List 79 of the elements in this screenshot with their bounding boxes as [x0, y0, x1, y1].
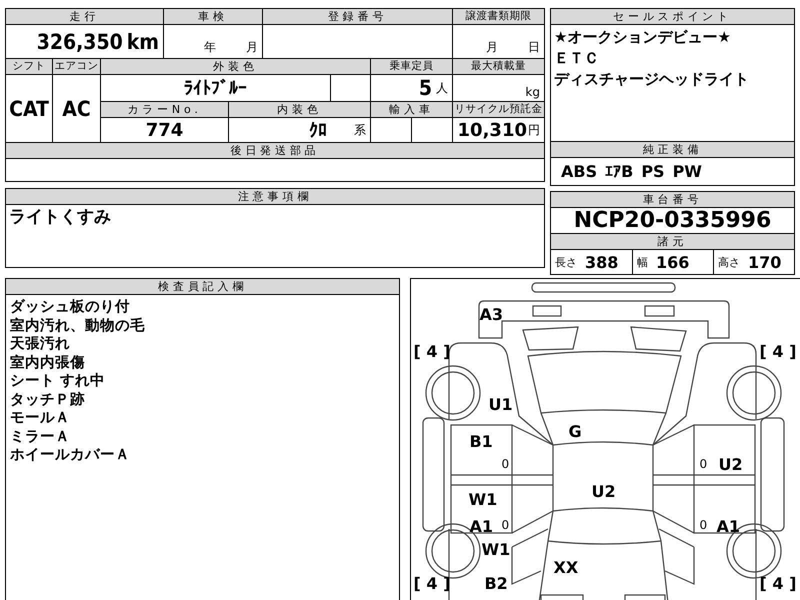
inspector-note-text: ホイールカバーＡ — [10, 446, 131, 464]
unit-label: 月 — [246, 39, 258, 56]
column-header: リサイクル預託金 — [453, 102, 544, 117]
column-header: 諸元 — [551, 234, 794, 250]
spec-label: 幅 — [637, 254, 648, 270]
corner-rank-label: [ 4 ] — [759, 575, 796, 593]
sales-point-text: ディスチャージヘッドライト — [554, 69, 750, 90]
column-header: 後日発送部品 — [6, 143, 544, 158]
damage-code-label: XX — [553, 559, 578, 577]
unit-label: kg — [525, 85, 540, 99]
damage-code-label: U2 — [591, 483, 616, 501]
inspector-note-text: 天張汚れ — [10, 335, 71, 354]
damage-code-label: W1 — [481, 541, 510, 559]
unit-label: 円 — [528, 122, 540, 138]
equipment-text: PS — [641, 162, 665, 181]
column-header: 純正装備 — [551, 142, 794, 158]
damage-code-label: 0 — [699, 517, 708, 534]
column-header: 車台番号 — [551, 192, 794, 208]
column-header: エアコン — [53, 59, 100, 74]
damage-code-label: U1 — [488, 396, 513, 414]
column-header: 検査員記入欄 — [6, 279, 400, 295]
column-header: 注意事項欄 — [6, 189, 544, 205]
damage-code-label: 0 — [501, 456, 510, 473]
damage-code-label: B2 — [484, 575, 508, 593]
inspector-note-text: 室内内張傷 — [10, 354, 86, 372]
spec-label: 高さ — [718, 254, 740, 270]
sales-point-text: ★オークションデビュー★ — [554, 27, 732, 48]
corner-rank-label: [ 4 ] — [759, 343, 796, 361]
capacity-value: 5 — [418, 76, 432, 100]
damage-code-label: A1 — [469, 518, 493, 536]
corner-rank-label: [ 4 ] — [413, 343, 450, 361]
unit-label: 系 — [354, 122, 366, 138]
damage-code-label: A3 — [479, 306, 503, 324]
note-text: ライトくすみ — [9, 207, 112, 228]
unit-label: 月 — [486, 39, 498, 56]
table-cell: 774 — [101, 118, 228, 142]
column-header: カラーNo. — [101, 102, 228, 117]
equipment-text: ABS — [561, 162, 598, 181]
table-cell: AC — [53, 75, 100, 142]
spec-value: 170 — [748, 252, 782, 272]
damage-code-label: 0 — [699, 456, 708, 473]
inspector-note-text: タッチＰ跡 — [10, 390, 86, 409]
column-header: 最大積載量 — [453, 59, 544, 74]
column-header: 登録番号 — [263, 9, 452, 24]
inspector-note-text: モールＡ — [10, 409, 71, 428]
column-header: 外装色 — [101, 59, 370, 74]
unit-label: 年 — [204, 39, 216, 56]
equipment-text: ｴｱB — [605, 162, 634, 181]
unit-label: 人 — [436, 80, 448, 96]
column-header: 走行 — [6, 9, 163, 24]
column-header: 譲渡書類期限 — [453, 9, 544, 24]
column-header: シフト — [6, 59, 52, 74]
column-header: 乗車定員 — [371, 59, 452, 74]
damage-code-label: A1 — [716, 518, 740, 536]
damage-code-label: W1 — [468, 491, 498, 509]
inspector-note-text: ダッシュ板のり付 — [10, 298, 131, 316]
unit-label: 日 — [528, 39, 540, 56]
equipment-text: PW — [672, 162, 702, 181]
table-cell: CAT — [6, 75, 52, 142]
spec-value: 166 — [656, 252, 690, 272]
column-header: 内装色 — [229, 102, 370, 117]
damage-code-label: B1 — [469, 433, 493, 451]
sales-point-text: ＥＴＣ — [554, 48, 600, 69]
interior-color-value: ｸﾛ — [309, 120, 327, 140]
inspector-note-text: ミラーＡ — [10, 428, 71, 446]
unit-label: km — [126, 30, 159, 54]
damage-code-label: 0 — [501, 517, 510, 534]
column-header: 輸入車 — [371, 102, 452, 117]
damage-code-label: G — [568, 423, 582, 441]
inspector-note-text: シート すれ中 — [10, 372, 106, 390]
damage-code-label: U2 — [718, 456, 743, 474]
table-cell: ﾗｲﾄﾌﾞﾙｰ — [101, 75, 330, 101]
column-header: セールスポイント — [551, 9, 794, 25]
inspector-note-text: 室内汚れ、動物の毛 — [10, 316, 146, 335]
column-header: 車検 — [164, 9, 262, 24]
mileage-value: 326,350 — [36, 30, 123, 54]
spec-label: 長さ — [555, 254, 577, 270]
recycle-fee-value: 10,310 — [458, 120, 527, 140]
spec-value: 388 — [585, 252, 618, 272]
